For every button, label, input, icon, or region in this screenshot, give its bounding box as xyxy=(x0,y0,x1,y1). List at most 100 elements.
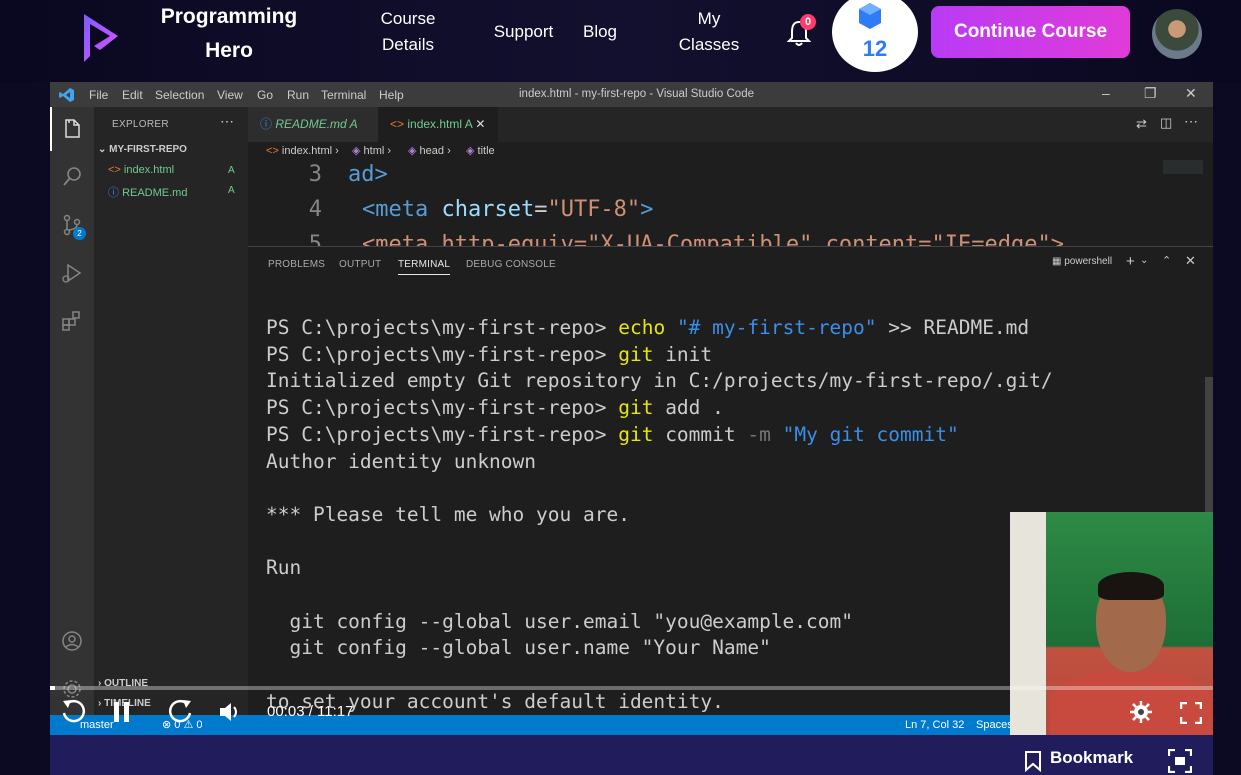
continue-course-button[interactable]: Continue Course xyxy=(931,6,1130,58)
tab-problems[interactable]: PROBLEMS xyxy=(268,259,325,270)
terminal-line: PS C:\projects\my-first-repo> git add . xyxy=(266,396,724,420)
menu-go[interactable]: Go xyxy=(257,88,273,102)
menu-run[interactable]: Run xyxy=(287,88,309,102)
brand-line-1: Programming xyxy=(160,5,298,28)
notification-badge: 0 xyxy=(800,14,816,30)
breadcrumb-item[interactable]: ◈ html › xyxy=(352,142,391,160)
forward-icon[interactable] xyxy=(168,697,194,725)
settings-gear-icon[interactable] xyxy=(1130,701,1152,723)
chevron-down-icon[interactable]: ⌄ xyxy=(1140,255,1148,266)
terminal-line: Run xyxy=(266,556,302,580)
maximize-panel-icon[interactable]: ⌃ xyxy=(1162,254,1171,267)
menu-terminal[interactable]: Terminal xyxy=(321,88,366,102)
file-name: README.md xyxy=(122,187,188,199)
nav-support[interactable]: Support xyxy=(486,19,561,45)
tab-label: index.html xyxy=(407,117,463,131)
menu-file[interactable]: File xyxy=(89,88,108,102)
terminal-icon: ▦ xyxy=(1052,256,1062,267)
vscode-logo-icon xyxy=(59,88,74,102)
tab-status: A xyxy=(464,117,473,131)
avatar[interactable] xyxy=(1152,9,1202,59)
code-line: <meta charset="UTF-8"> xyxy=(362,197,654,222)
window-title: index.html - my-first-repo - Visual Stud… xyxy=(519,88,754,100)
line-number: 5 xyxy=(308,232,322,246)
focus-mode-icon[interactable] xyxy=(1168,749,1192,773)
chevron-right-icon: › xyxy=(98,698,102,709)
terminal-line: git config --global user.email "you@exam… xyxy=(266,609,853,633)
warning-count: 0 xyxy=(196,719,203,731)
rewind-icon[interactable] xyxy=(60,697,86,725)
nav-blog[interactable]: Blog xyxy=(578,19,622,45)
brand-name: Programming Hero xyxy=(156,0,302,68)
menu-edit[interactable]: Edit xyxy=(122,88,143,102)
file-readme-md[interactable]: ⓘ README.md xyxy=(108,184,187,200)
file-status: A xyxy=(228,165,235,176)
volume-icon[interactable] xyxy=(218,700,244,724)
indentation-status[interactable]: Spaces xyxy=(976,715,1013,735)
close-window-icon[interactable]: ✕ xyxy=(1185,85,1197,102)
tab-readme[interactable]: ⓘ README.md A xyxy=(248,107,378,142)
html-file-icon: <> xyxy=(108,164,121,176)
file-name: index.html xyxy=(123,164,175,176)
terminal-line: PS C:\projects\my-first-repo> echo "# my… xyxy=(266,316,1030,339)
info-file-icon: ⓘ xyxy=(108,187,119,199)
terminal-output[interactable]: PS C:\projects\my-first-repo> echo "# my… xyxy=(266,315,1053,716)
cursor-position[interactable]: Ln 7, Col 32 xyxy=(905,715,964,735)
explorer-icon[interactable] xyxy=(60,117,84,141)
gems-count: 12 xyxy=(862,36,888,61)
pause-icon[interactable] xyxy=(112,700,132,724)
close-tab-icon[interactable]: ✕ xyxy=(475,117,485,131)
tab-label: README.md xyxy=(275,117,347,131)
line-number: 3 xyxy=(308,162,322,187)
source-control-badge: 2 xyxy=(73,227,86,240)
more-actions-icon[interactable]: ⋯ xyxy=(1184,113,1198,130)
minimize-icon[interactable]: – xyxy=(1102,85,1110,101)
video-progress-bar[interactable] xyxy=(50,686,1213,690)
tab-status: A xyxy=(349,117,358,131)
run-debug-icon[interactable] xyxy=(60,261,84,285)
nav-course-details-line-2: Details xyxy=(382,35,434,54)
code-editor[interactable]: 3 ad> 4 <meta charset="UTF-8"> 5 <meta h… xyxy=(248,160,1213,246)
tab-index-html[interactable]: <> index.html A ✕ xyxy=(378,107,498,142)
nav-my-classes-line-1: My xyxy=(697,9,721,28)
programming-hero-logo[interactable] xyxy=(76,10,122,66)
breadcrumb-item[interactable]: <> index.html › xyxy=(266,142,339,160)
more-actions-icon[interactable]: ⋯ xyxy=(220,113,234,130)
folder-my-first-repo[interactable]: ⌄ MY-FIRST-REPO xyxy=(98,144,187,155)
menu-selection[interactable]: Selection xyxy=(155,88,204,102)
restore-icon[interactable]: ❐ xyxy=(1144,85,1157,102)
breadcrumb-item[interactable]: ◈ head › xyxy=(408,142,451,160)
close-panel-icon[interactable]: ✕ xyxy=(1185,253,1196,269)
new-terminal-icon[interactable]: + xyxy=(1126,253,1135,270)
fullscreen-icon[interactable] xyxy=(1180,702,1202,724)
bookmark-icon[interactable] xyxy=(1024,750,1042,772)
tab-terminal[interactable]: TERMINAL xyxy=(398,259,451,275)
account-icon[interactable] xyxy=(60,629,84,653)
file-index-html[interactable]: <> index.html xyxy=(108,164,174,176)
extensions-icon[interactable] xyxy=(60,309,84,333)
line-number: 4 xyxy=(308,197,322,222)
minimap[interactable] xyxy=(1163,160,1203,174)
search-icon[interactable] xyxy=(60,165,84,189)
bookmark-button[interactable]: Bookmark xyxy=(1050,748,1133,768)
video-progress-fill xyxy=(50,686,55,690)
terminal-line: PS C:\projects\my-first-repo> git commit… xyxy=(266,422,959,446)
webcam-hair xyxy=(1098,572,1164,600)
nav-my-classes-line-2: Classes xyxy=(678,35,740,54)
nav-course-details[interactable]: Course Details xyxy=(372,6,444,58)
shell-selector[interactable]: ▦ powershell xyxy=(1052,256,1112,267)
top-nav-bar: Programming Hero Course Details Support … xyxy=(0,0,1241,82)
compare-changes-icon[interactable]: ⇄ xyxy=(1136,116,1147,132)
menu-view[interactable]: View xyxy=(217,88,243,102)
split-editor-icon[interactable]: ◫ xyxy=(1160,115,1172,131)
tab-output[interactable]: OUTPUT xyxy=(339,259,381,270)
tab-debug-console[interactable]: DEBUG CONSOLE xyxy=(466,259,556,270)
webcam-wall xyxy=(1010,512,1046,735)
breadcrumb-item[interactable]: ◈ title xyxy=(466,142,495,160)
menu-help[interactable]: Help xyxy=(379,88,404,102)
vscode-titlebar: File Edit Selection View Go Run Terminal… xyxy=(50,82,1213,107)
nav-my-classes[interactable]: My Classes xyxy=(672,6,746,58)
